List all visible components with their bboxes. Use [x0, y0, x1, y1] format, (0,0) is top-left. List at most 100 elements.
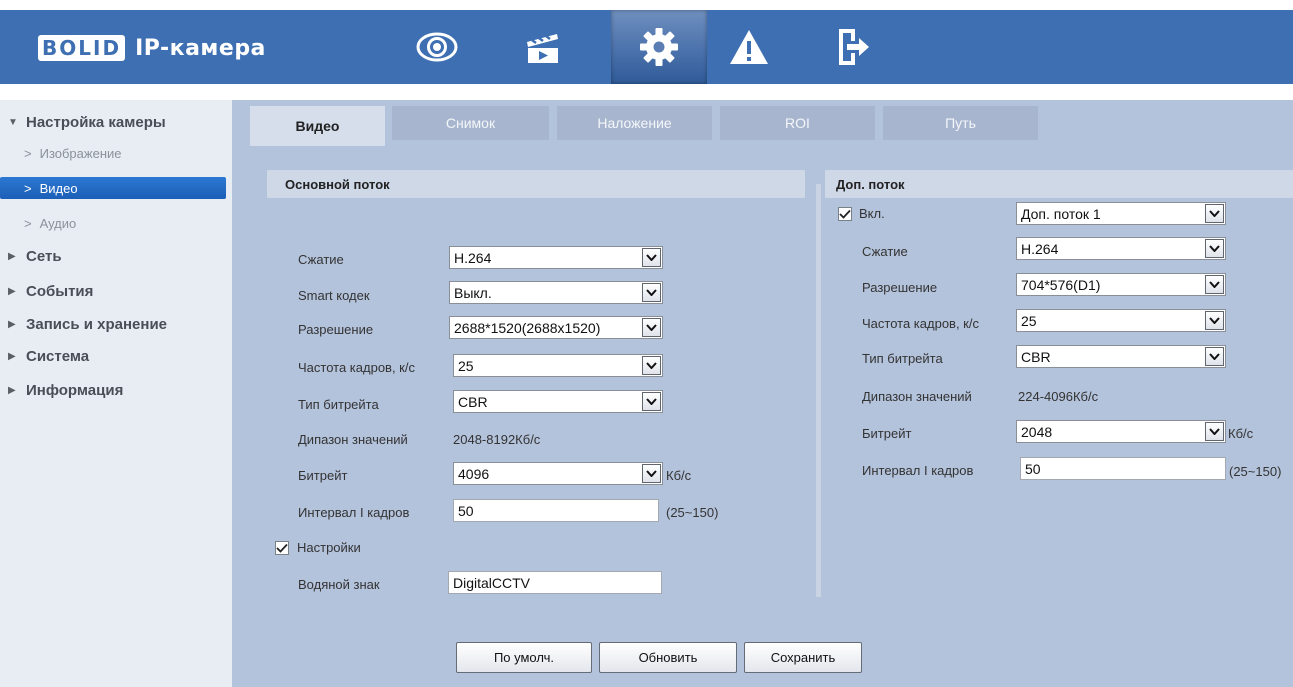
smart-codec-select[interactable]: Выкл.: [449, 281, 663, 304]
settings-checkbox[interactable]: [275, 541, 289, 555]
caret-right-icon: ▶: [8, 385, 16, 396]
bitrate-type-label: Тип битрейта: [298, 397, 379, 412]
watermark-label: Водяной знак: [298, 577, 380, 592]
sidebar-item-image[interactable]: > Изображение: [24, 146, 122, 161]
save-button[interactable]: Сохранить: [744, 642, 862, 673]
checkmark-icon: [839, 209, 851, 219]
chevron-right-icon: >: [24, 180, 32, 196]
chevron-down-icon: [1205, 204, 1224, 223]
iframe-input[interactable]: 50: [453, 499, 659, 522]
default-button[interactable]: По умолч.: [456, 642, 592, 673]
enable-substream-checkbox[interactable]: [838, 207, 852, 221]
tab-snapshot[interactable]: Снимок: [392, 106, 549, 140]
sub-range-value: 224-4096Кб/с: [1018, 389, 1099, 404]
logout-icon: [839, 29, 869, 65]
tab-path[interactable]: Путь: [883, 106, 1038, 140]
sidebar-item-camera-settings[interactable]: ▼ Настройка камеры: [8, 114, 166, 131]
chevron-down-icon: [642, 356, 661, 375]
sub-bitrate-label: Битрейт: [862, 426, 912, 441]
fps-label: Частота кадров, к/с: [298, 360, 415, 375]
smart-codec-label: Smart кодек: [298, 288, 370, 303]
chevron-down-icon: [642, 392, 661, 411]
refresh-button[interactable]: Обновить: [599, 642, 737, 673]
settings-label: Настройки: [297, 540, 361, 555]
sidebar-item-audio[interactable]: > Аудио: [24, 216, 76, 231]
warning-icon: [730, 30, 768, 64]
sub-bitrate-select[interactable]: 2048: [1016, 420, 1226, 443]
clapperboard-icon: [527, 34, 558, 63]
main-stream-header: Основной поток: [267, 170, 805, 198]
sidebar-item-info[interactable]: ▶ Информация: [8, 382, 123, 399]
sub-resolution-label: Разрешение: [862, 280, 938, 295]
compression-label: Сжатие: [298, 252, 344, 267]
logo: B O L I D IP-камера: [38, 32, 266, 64]
chevron-down-icon: [1205, 275, 1224, 294]
tab-roi[interactable]: ROI: [720, 106, 875, 140]
fps-select[interactable]: 25: [453, 354, 663, 377]
nav-logout[interactable]: [820, 10, 886, 84]
sidebar-item-events[interactable]: ▶ События: [8, 283, 93, 300]
sidebar-item-system[interactable]: ▶ Система: [8, 348, 89, 365]
chevron-down-icon: [642, 248, 661, 267]
enable-label: Вкл.: [859, 206, 885, 221]
sidebar-item-storage[interactable]: ▶ Запись и хранение: [8, 316, 167, 333]
bitrate-label: Битрейт: [298, 468, 348, 483]
sub-range-label: Дипазон значений: [862, 389, 972, 404]
watermark-input[interactable]: DigitalCCTV: [448, 571, 662, 594]
sub-iframe-label: Интервал I кадров: [862, 463, 974, 478]
sidebar-item-network[interactable]: ▶ Сеть: [8, 248, 62, 265]
chevron-down-icon: [642, 318, 661, 337]
iframe-range: (25~150): [666, 505, 719, 520]
chevron-down-icon: [642, 464, 661, 483]
app-title: IP-камера: [135, 35, 266, 61]
nav-settings[interactable]: [611, 10, 707, 84]
sub-fps-label: Частота кадров, к/с: [862, 316, 979, 331]
chevron-right-icon: >: [24, 146, 32, 161]
chevron-down-icon: [1205, 347, 1224, 366]
compression-select[interactable]: H.264: [449, 246, 663, 269]
tab-overlay[interactable]: Наложение: [557, 106, 712, 140]
chevron-right-icon: >: [24, 216, 32, 231]
range-value: 2048-8192Кб/с: [453, 432, 541, 447]
top-header: B O L I D IP-камера: [0, 10, 1293, 84]
main-panel: Видео Снимок Наложение ROI Путь Основной…: [232, 100, 1293, 687]
sub-bitrate-type-label: Тип битрейта: [862, 351, 943, 366]
caret-right-icon: ▶: [8, 319, 16, 330]
eye-icon: [416, 32, 458, 62]
resolution-select[interactable]: 2688*1520(2688x1520): [449, 316, 663, 339]
chevron-down-icon: [1205, 422, 1224, 441]
nav-playback[interactable]: [509, 10, 575, 84]
nav-alarm[interactable]: [716, 10, 782, 84]
panel-divider: [816, 184, 821, 597]
bitrate-unit: Кб/с: [666, 468, 692, 483]
bitrate-type-select[interactable]: CBR: [453, 390, 663, 413]
sub-iframe-input[interactable]: 50: [1020, 457, 1226, 480]
sub-resolution-select[interactable]: 704*576(D1): [1016, 273, 1226, 296]
brand-logo: B O L I D: [38, 35, 126, 61]
caret-right-icon: ▶: [8, 351, 16, 362]
bitrate-select[interactable]: 4096: [453, 462, 663, 485]
resolution-label: Разрешение: [298, 322, 374, 337]
chevron-down-icon: [1205, 311, 1224, 330]
checkmark-icon: [276, 543, 288, 553]
sub-stream-header: Доп. поток: [825, 170, 1293, 198]
caret-right-icon: ▶: [8, 286, 16, 297]
nav-live-view[interactable]: [404, 10, 470, 84]
gear-icon: [640, 28, 678, 66]
range-label: Дипазон значений: [298, 432, 408, 447]
iframe-label: Интервал I кадров: [298, 505, 410, 520]
sub-compression-label: Сжатие: [862, 244, 908, 259]
sidebar-item-video[interactable]: > Видео: [0, 177, 226, 199]
caret-down-icon: ▼: [8, 117, 18, 128]
sub-bitrate-unit: Кб/с: [1228, 426, 1254, 441]
sub-iframe-range: (25~150): [1229, 464, 1282, 479]
sub-bitrate-type-select[interactable]: CBR: [1016, 345, 1226, 368]
sub-fps-select[interactable]: 25: [1016, 309, 1226, 332]
caret-right-icon: ▶: [8, 251, 16, 262]
chevron-down-icon: [642, 283, 661, 302]
sub-compression-select[interactable]: H.264: [1016, 237, 1226, 260]
tab-video[interactable]: Видео: [250, 106, 385, 146]
substream-select[interactable]: Доп. поток 1: [1016, 202, 1226, 225]
sidebar: ▼ Настройка камеры > Изображение > Видео…: [0, 100, 232, 687]
chevron-down-icon: [1205, 239, 1224, 258]
